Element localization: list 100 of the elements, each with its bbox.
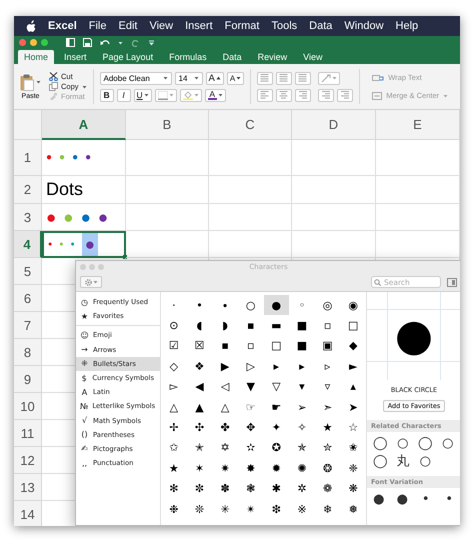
align-right-button[interactable] <box>295 88 312 102</box>
character-tile[interactable]: □ <box>340 315 366 336</box>
character-tile[interactable]: ▸ <box>264 356 290 377</box>
column-header[interactable]: A <box>42 110 126 140</box>
character-tile[interactable]: ✮ <box>314 438 340 458</box>
table-cell[interactable]: ● ● ● ● <box>42 204 126 231</box>
character-tile[interactable]: ◀ <box>186 376 212 397</box>
align-left-button[interactable] <box>257 88 274 102</box>
character-tile[interactable]: ✡ <box>212 438 238 458</box>
row-header[interactable]: 5 <box>14 258 42 285</box>
menu-item[interactable]: Insert <box>185 20 213 32</box>
menu-item[interactable]: Edit <box>118 20 138 32</box>
character-tile[interactable]: ▴ <box>340 376 366 397</box>
character-tile[interactable]: △ <box>212 396 238 418</box>
row-header[interactable]: 11 <box>14 420 42 447</box>
table-cell[interactable] <box>126 204 209 231</box>
table-cell[interactable] <box>209 204 292 231</box>
character-tile[interactable]: ✻ <box>161 478 187 499</box>
table-cell[interactable] <box>292 204 376 231</box>
character-tile[interactable]: ✥ <box>238 417 264 438</box>
row-header[interactable]: 14 <box>14 501 42 526</box>
font-name-field[interactable]: Adobe Clean <box>100 72 172 84</box>
character-tile[interactable]: ✣ <box>186 417 212 438</box>
character-tile[interactable]: ❅ <box>340 498 366 520</box>
character-tile[interactable]: ◁ <box>212 376 238 397</box>
table-cell[interactable] <box>292 140 376 176</box>
menu-item[interactable]: Help <box>396 20 418 32</box>
character-tile[interactable]: ✼ <box>186 478 212 499</box>
character-tile[interactable]: ✹ <box>264 458 290 479</box>
character-tile[interactable]: ✧ <box>289 417 315 438</box>
character-tile[interactable]: ✸ <box>238 458 264 479</box>
sidebar-toggle-button[interactable] <box>447 278 457 286</box>
table-cell[interactable] <box>126 140 209 176</box>
character-tile[interactable]: □ <box>264 336 290 356</box>
character-tile[interactable]: ✷ <box>212 458 238 479</box>
align-center-button[interactable] <box>276 88 292 102</box>
character-tile[interactable]: ☆ <box>340 417 366 438</box>
font-variant-character[interactable]: ● <box>390 488 414 510</box>
character-tile[interactable]: ❉ <box>161 498 187 520</box>
character-tile[interactable]: ☑ <box>161 336 187 356</box>
character-tile[interactable]: ☒ <box>186 336 212 356</box>
app-menu[interactable]: Excel <box>48 20 77 32</box>
character-tile[interactable]: ▫ <box>238 336 264 356</box>
character-tile[interactable]: ✶ <box>186 458 212 479</box>
menu-item[interactable]: View <box>149 20 174 32</box>
related-character[interactable]: ◯ <box>414 434 436 452</box>
character-tile[interactable]: ❈ <box>340 458 366 479</box>
row-header[interactable]: 4 <box>14 231 42 258</box>
character-tile[interactable]: ✳ <box>212 498 238 520</box>
character-tile[interactable]: · <box>161 295 187 316</box>
character-tile[interactable]: ❄ <box>314 498 340 520</box>
ribbon-tab[interactable]: Insert <box>58 50 93 64</box>
character-tile[interactable]: ❊ <box>186 498 212 520</box>
character-tile[interactable]: ✯ <box>289 438 315 458</box>
row-header[interactable]: 8 <box>14 339 42 366</box>
character-tile[interactable]: ▲ <box>186 396 212 418</box>
character-tile[interactable]: ✢ <box>161 417 187 438</box>
ribbon-tab[interactable]: Data <box>216 50 248 64</box>
character-tile[interactable]: ▪ <box>212 336 238 356</box>
character-tile[interactable]: ❃ <box>238 478 264 499</box>
character-tile[interactable]: ◦ <box>289 295 315 316</box>
ribbon-tab[interactable]: Page Layout <box>96 50 160 64</box>
character-tile[interactable]: ► <box>340 356 366 377</box>
menu-item[interactable]: Format <box>224 20 260 32</box>
italic-button[interactable]: I <box>116 88 131 102</box>
character-tile[interactable]: ❋ <box>340 478 366 499</box>
font-color-button[interactable]: A <box>204 88 226 102</box>
align-top-button[interactable] <box>257 72 274 84</box>
character-tile[interactable]: ▶ <box>212 356 238 377</box>
character-tile[interactable]: ✺ <box>289 458 315 479</box>
column-header[interactable]: E <box>376 110 460 140</box>
table-cell[interactable] <box>376 176 460 204</box>
fill-handle[interactable] <box>123 255 127 259</box>
character-tile[interactable]: ▼ <box>238 376 264 397</box>
borders-button[interactable] <box>154 88 177 102</box>
character-tile[interactable]: ➤ <box>340 396 366 418</box>
character-tile[interactable]: ▬ <box>264 315 290 336</box>
character-tile[interactable]: ✲ <box>289 478 315 499</box>
related-character[interactable]: 丸 <box>392 452 414 470</box>
related-character[interactable]: ◯ <box>369 434 392 452</box>
character-tile[interactable]: ▻ <box>161 376 187 397</box>
character-tile[interactable]: ✽ <box>212 478 238 499</box>
table-cell[interactable] <box>209 140 292 176</box>
orientation-button[interactable] <box>318 72 340 84</box>
character-tile[interactable]: ▫ <box>314 315 340 336</box>
character-tile[interactable]: ◉ <box>340 295 366 316</box>
character-tile[interactable]: ✱ <box>264 478 290 499</box>
character-tile[interactable]: ▣ <box>314 336 340 356</box>
decrease-indent-button[interactable] <box>318 88 334 102</box>
character-tile[interactable]: ❂ <box>314 458 340 479</box>
character-tile[interactable]: ○ <box>238 295 264 316</box>
decrease-font-button[interactable]: A <box>226 72 244 84</box>
character-tile[interactable]: ❁ <box>314 478 340 499</box>
character-tile[interactable]: ☞ <box>238 396 264 418</box>
character-tile[interactable]: ➢ <box>289 396 315 418</box>
zoom-button[interactable] <box>41 39 48 46</box>
character-tile[interactable]: ∙ <box>212 295 238 316</box>
font-variant-character[interactable]: • <box>414 488 438 510</box>
ribbon-tab[interactable]: Home <box>18 50 54 64</box>
character-tile[interactable]: ▾ <box>289 376 315 397</box>
